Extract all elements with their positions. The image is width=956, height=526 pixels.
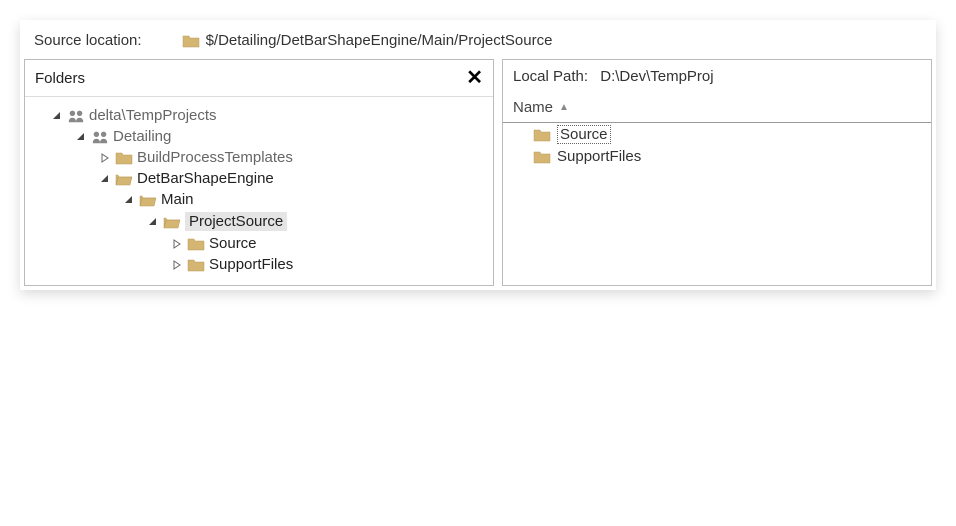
close-icon[interactable]: ✕ xyxy=(466,68,483,88)
tree-row-buildprocesstemplates[interactable]: BuildProcessTemplates xyxy=(31,147,487,168)
list-label-source: Source xyxy=(557,125,611,144)
name-header-label: Name xyxy=(513,99,553,116)
tree-label-source: Source xyxy=(209,235,257,252)
expander-expand-icon[interactable] xyxy=(171,259,183,271)
expander-collapse-icon[interactable] xyxy=(99,173,111,185)
localpath-panel: Local Path: D:\Dev\TempProj Name ▲ Sourc… xyxy=(502,59,932,286)
folder-icon xyxy=(533,128,551,142)
tree-row-detailing[interactable]: Detailing xyxy=(31,126,487,147)
file-list: Source SupportFiles xyxy=(503,122,931,167)
expander-collapse-icon[interactable] xyxy=(123,194,135,206)
expander-collapse-icon[interactable] xyxy=(51,110,63,122)
tree-label-root: delta\TempProjects xyxy=(89,107,217,124)
tree-label-projectsource: ProjectSource xyxy=(185,212,287,231)
sort-asc-icon: ▲ xyxy=(559,102,569,113)
expander-expand-icon[interactable] xyxy=(99,152,111,164)
folder-icon xyxy=(187,237,205,251)
expander-collapse-icon[interactable] xyxy=(147,216,159,228)
localpath-header: Local Path: D:\Dev\TempProj xyxy=(503,60,931,93)
expander-collapse-icon[interactable] xyxy=(75,131,87,143)
tree-row-root[interactable]: delta\TempProjects xyxy=(31,105,487,126)
folder-icon xyxy=(115,151,133,165)
source-location-bar: Source location: $/Detailing/DetBarShape… xyxy=(22,22,934,59)
folder-icon xyxy=(533,150,551,164)
localpath-value: D:\Dev\TempProj xyxy=(600,68,713,85)
folder-open-icon xyxy=(139,193,157,207)
panels-container: Folders ✕ delta\TempProjects xyxy=(22,59,934,288)
tree-label-detailing: Detailing xyxy=(113,128,171,145)
folders-panel: Folders ✕ delta\TempProjects xyxy=(24,59,494,286)
folder-open-icon xyxy=(163,215,181,229)
tree-row-main[interactable]: Main xyxy=(31,189,487,210)
source-location-value: $/Detailing/DetBarShapeEngine/Main/Proje… xyxy=(206,32,553,49)
tree-label-dbse: DetBarShapeEngine xyxy=(137,170,274,187)
list-label-supportfiles: SupportFiles xyxy=(557,148,641,165)
folder-tree: delta\TempProjects Detailing xyxy=(25,97,493,285)
folder-icon xyxy=(187,258,205,272)
list-item-supportfiles[interactable]: SupportFiles xyxy=(503,146,931,167)
list-item-source[interactable]: Source xyxy=(503,123,931,146)
folders-panel-header: Folders ✕ xyxy=(25,60,493,97)
folder-open-icon xyxy=(115,172,133,186)
tree-row-detbarshapeengine[interactable]: DetBarShapeEngine xyxy=(31,168,487,189)
folders-panel-title: Folders xyxy=(35,70,85,87)
dialog-container: Source location: $/Detailing/DetBarShape… xyxy=(20,20,936,290)
source-location-label: Source location: xyxy=(34,32,142,49)
localpath-label: Local Path: xyxy=(513,68,588,85)
tree-label-supportfiles: SupportFiles xyxy=(209,256,293,273)
source-location-path: $/Detailing/DetBarShapeEngine/Main/Proje… xyxy=(182,32,553,49)
tree-row-source[interactable]: Source xyxy=(31,233,487,254)
folder-icon xyxy=(182,34,200,48)
team-icon xyxy=(67,108,85,124)
tree-row-projectsource[interactable]: ProjectSource xyxy=(31,210,487,233)
tree-label-main: Main xyxy=(161,191,194,208)
team-icon xyxy=(91,129,109,145)
expander-expand-icon[interactable] xyxy=(171,238,183,250)
name-column-header[interactable]: Name ▲ xyxy=(503,93,931,122)
tree-row-supportfiles[interactable]: SupportFiles xyxy=(31,254,487,275)
tree-label-bpt: BuildProcessTemplates xyxy=(137,149,293,166)
